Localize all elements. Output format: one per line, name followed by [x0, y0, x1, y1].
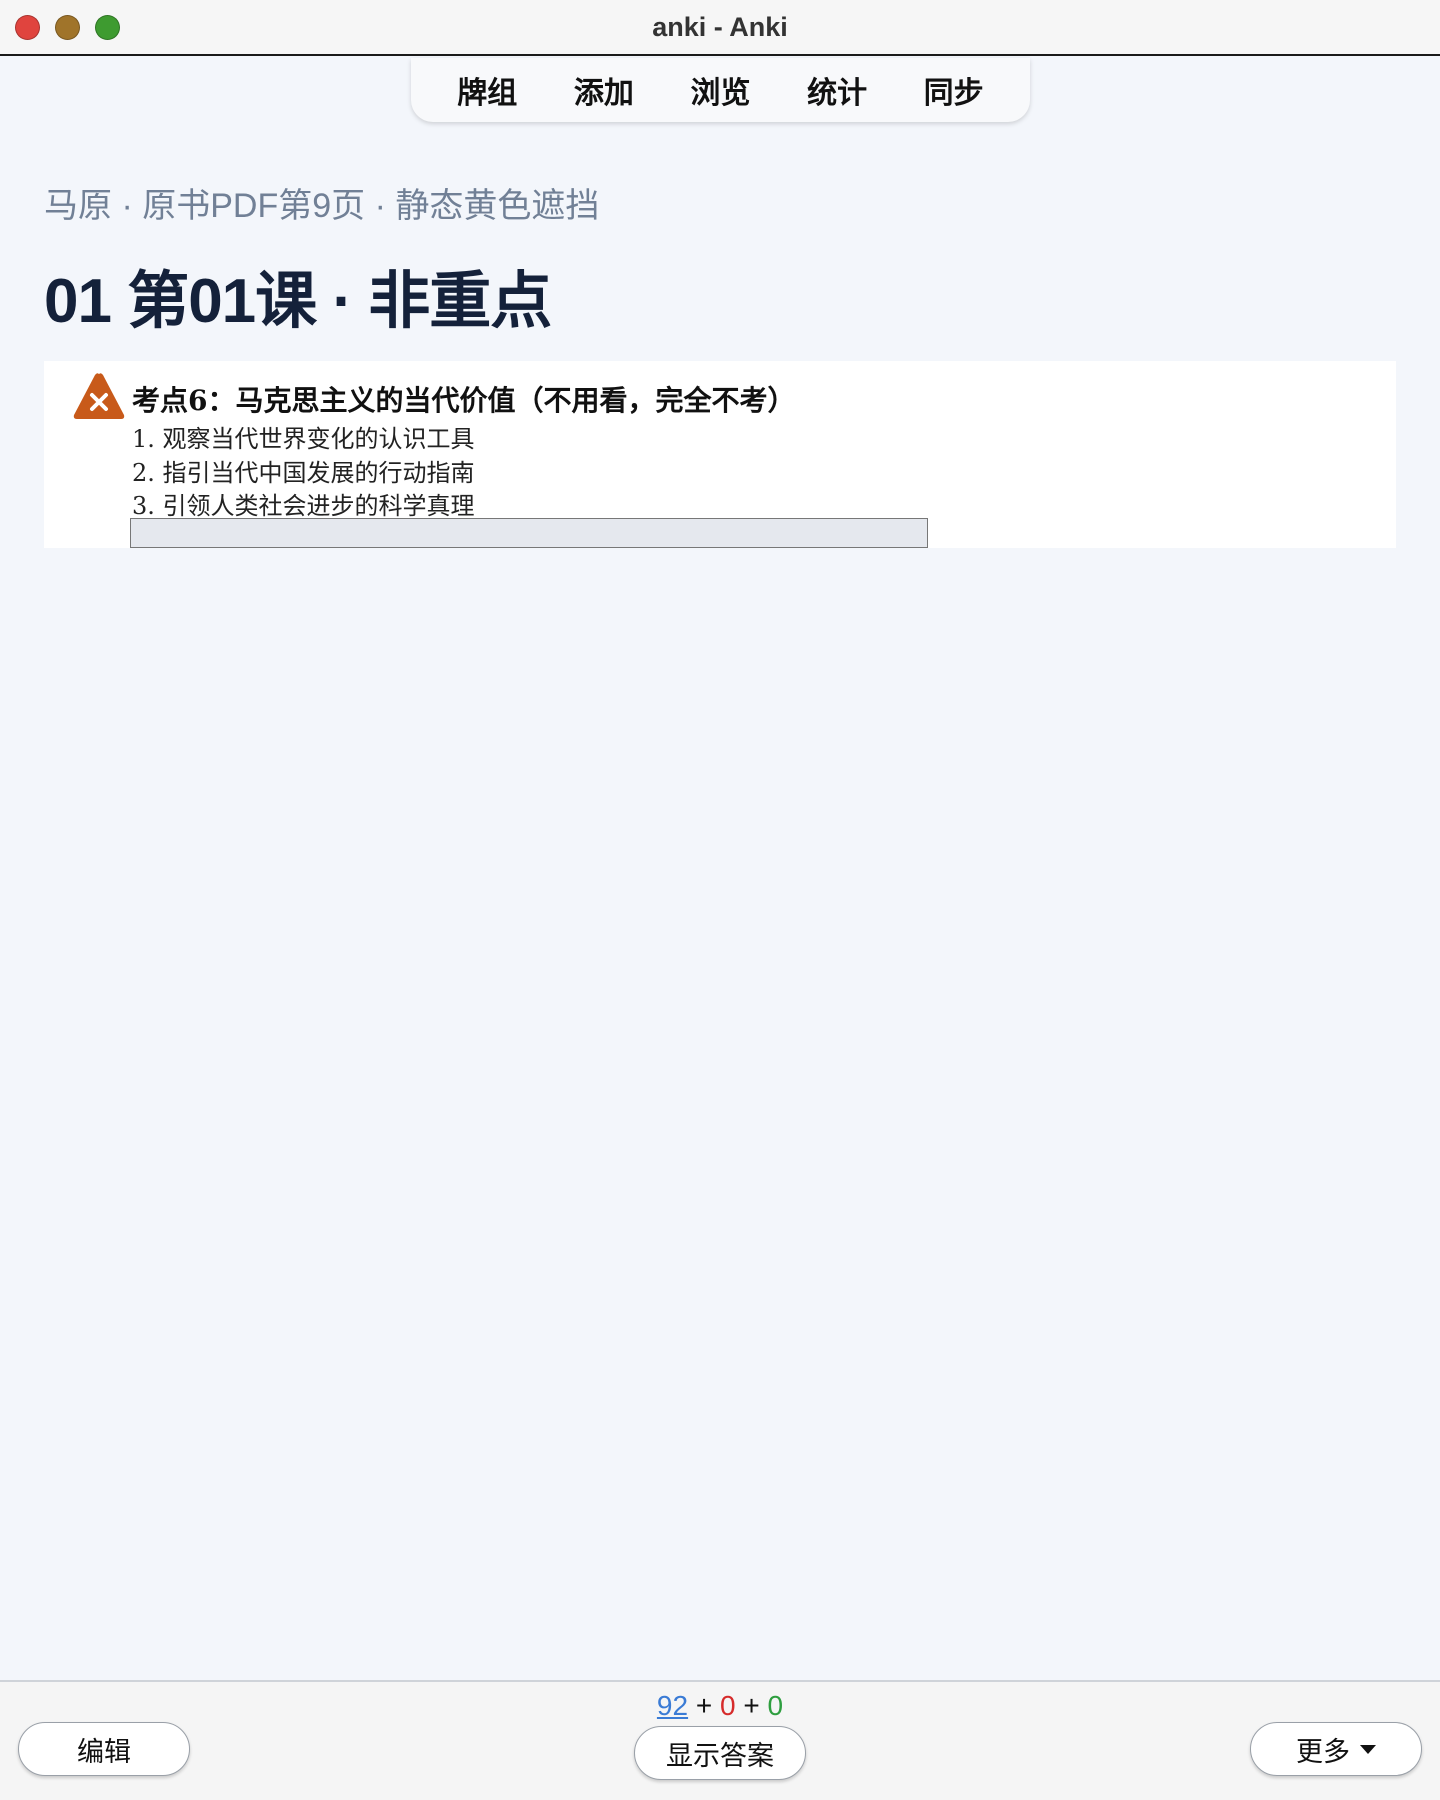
more-button[interactable]: 更多 — [1250, 1722, 1422, 1776]
more-label: 更多 — [1296, 1736, 1350, 1767]
main-toolbar: 牌组 添加 浏览 统计 同步 — [411, 58, 1030, 122]
deck-path: 马原 · 原书PDF第9页 · 静态黄色遮挡 — [44, 187, 600, 225]
key-point-heading: 考点6：马克思主义的当代价值（不用看，完全不考） — [132, 384, 796, 417]
count-separator: + — [743, 1690, 760, 1721]
due-counts: 92 + 0 + 0 — [0, 1690, 1440, 1722]
anki-window: anki - Anki 牌组 添加 浏览 统计 同步 马原 · 原书PDF第9页… — [0, 0, 1440, 1800]
bottom-bar: 编辑 92 + 0 + 0 显示答案 更多 — [0, 1680, 1440, 1800]
list-item: 3. 引领人类社会进步的科学真理 — [132, 492, 475, 520]
caret-down-icon — [1360, 1744, 1376, 1754]
toolbar-add[interactable]: 添加 — [562, 64, 646, 116]
review-count: 0 — [767, 1690, 784, 1721]
edit-button[interactable]: 编辑 — [18, 1722, 190, 1776]
title-bar: anki - Anki — [0, 0, 1440, 56]
warning-icon — [73, 373, 125, 419]
learn-count: 0 — [720, 1690, 736, 1721]
count-separator: + — [695, 1690, 713, 1721]
window-title: anki - Anki — [652, 12, 788, 42]
list-item: 2. 指引当代中国发展的行动指南 — [132, 459, 475, 487]
card-title: 01 第01课 · 非重点 — [44, 267, 552, 336]
card-image: 考点6：马克思主义的当代价值（不用看，完全不考） 1. 观察当代世界变化的认识工… — [44, 361, 1396, 548]
new-count[interactable]: 92 — [657, 1690, 688, 1721]
list-item: 1. 观察当代世界变化的认识工具 — [132, 425, 475, 453]
toolbar-decks[interactable]: 牌组 — [445, 64, 529, 116]
toolbar-sync[interactable]: 同步 — [912, 64, 996, 116]
occlusion-mask[interactable] — [130, 518, 928, 548]
show-answer-button[interactable]: 显示答案 — [634, 1726, 806, 1780]
toolbar-stats[interactable]: 统计 — [795, 64, 879, 116]
toolbar-browse[interactable]: 浏览 — [678, 64, 762, 116]
